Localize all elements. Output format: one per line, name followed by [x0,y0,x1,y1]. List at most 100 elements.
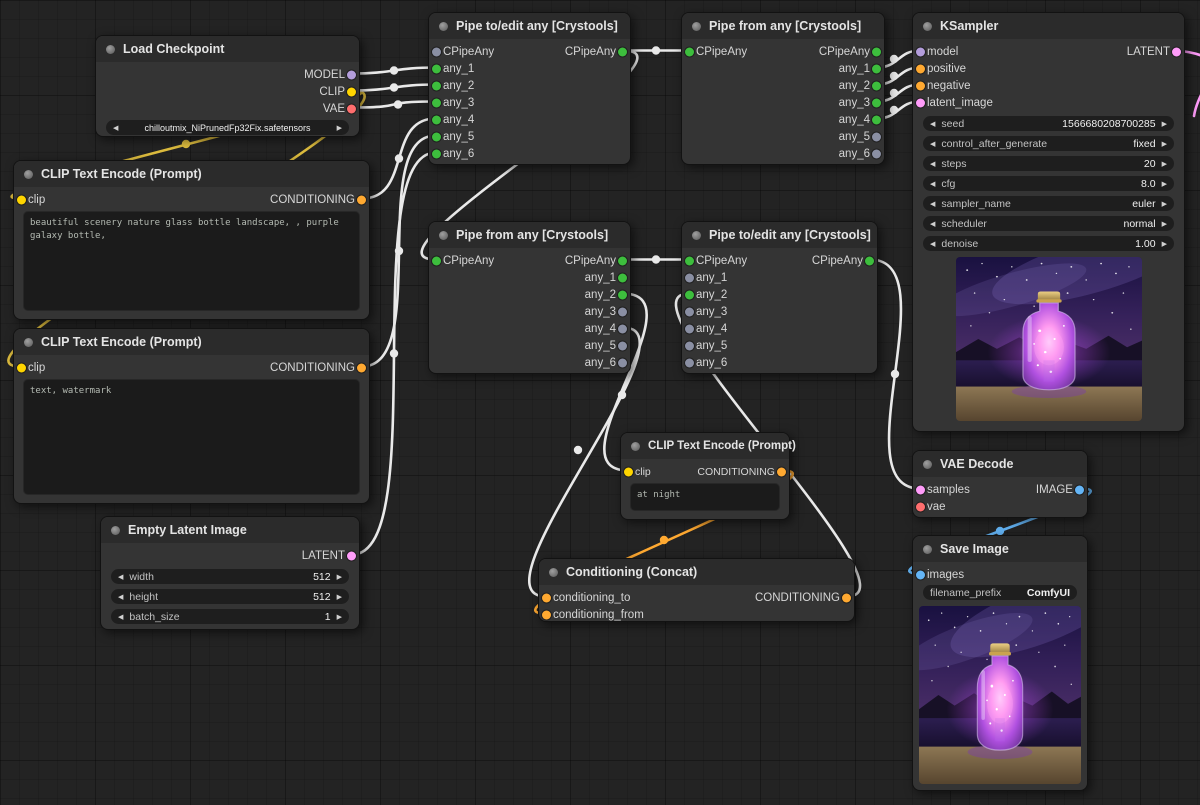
input-slot-dot[interactable] [916,485,925,494]
node-pipe-from-any-1[interactable]: Pipe from any [Crystools] CPipeAny CPipe… [681,12,885,165]
output-slot-dot[interactable] [872,81,881,90]
increment-arrow-icon[interactable]: ▶ [1162,160,1167,168]
increment-arrow-icon[interactable]: ▶ [1162,140,1167,148]
output-slot-dot[interactable] [618,358,627,367]
node-titlebar[interactable]: VAE Decode [913,451,1087,477]
node-clip-text-encode-night[interactable]: CLIP Text Encode (Prompt) clip CONDITION… [620,432,790,520]
input-slot-dot[interactable] [916,570,925,579]
decrement-arrow-icon[interactable]: ◀ [930,120,935,128]
node-pipe-to-any-2[interactable]: Pipe to/edit any [Crystools] CPipeAny CP… [681,221,878,374]
node-titlebar[interactable]: Conditioning (Concat) [539,559,854,585]
output-slot-dot[interactable] [872,115,881,124]
decrement-arrow-icon[interactable]: ◀ [118,593,123,601]
input-slot-dot[interactable] [432,47,441,56]
input-slot-dot[interactable] [685,341,694,350]
decrement-arrow-icon[interactable]: ◀ [930,220,935,228]
prompt-textarea[interactable]: at night [630,483,780,511]
node-titlebar[interactable]: Pipe from any [Crystools] [429,222,630,248]
output-slot-dot[interactable] [347,551,356,560]
node-titlebar[interactable]: Save Image [913,536,1087,562]
output-slot-dot[interactable] [618,341,627,350]
output-slot-dot[interactable] [872,98,881,107]
steps-widget[interactable]: ◀ steps 20 ▶ [923,156,1174,171]
input-slot-dot[interactable] [432,256,441,265]
collapse-dot-icon[interactable] [923,545,932,554]
input-slot-dot[interactable] [432,98,441,107]
sampler-name-widget[interactable]: ◀ sampler_name euler ▶ [923,196,1174,211]
width-widget[interactable]: ◀ width 512 ▶ [111,569,349,584]
output-slot-dot[interactable] [872,64,881,73]
input-slot-dot[interactable] [685,256,694,265]
output-slot-dot[interactable] [618,256,627,265]
save-image-preview[interactable] [919,606,1081,784]
decrement-arrow-icon[interactable]: ◀ [930,180,935,188]
collapse-dot-icon[interactable] [106,45,115,54]
collapse-dot-icon[interactable] [692,22,701,31]
collapse-dot-icon[interactable] [24,170,33,179]
collapse-dot-icon[interactable] [439,22,448,31]
prompt-textarea[interactable]: text, watermark [23,379,360,495]
input-slot-dot[interactable] [685,358,694,367]
output-slot-dot[interactable] [618,324,627,333]
increment-arrow-icon[interactable]: ▶ [1162,120,1167,128]
input-slot-dot[interactable] [432,132,441,141]
cfg-widget[interactable]: ◀ cfg 8.0 ▶ [923,176,1174,191]
control-after-generate-widget[interactable]: ◀ control_after_generate fixed ▶ [923,136,1174,151]
node-titlebar[interactable]: KSampler [913,13,1184,39]
output-slot-dot[interactable] [347,70,356,79]
increment-arrow-icon[interactable]: ▶ [337,613,342,621]
input-slot-dot[interactable] [685,324,694,333]
node-ksampler[interactable]: KSampler model LATENT positive negative … [912,12,1185,432]
prompt-textarea[interactable]: beautiful scenery nature glass bottle la… [23,211,360,311]
input-slot-dot[interactable] [685,47,694,56]
collapse-dot-icon[interactable] [111,526,120,535]
input-slot-dot[interactable] [17,363,26,372]
collapse-dot-icon[interactable] [923,22,932,31]
node-titlebar[interactable]: Pipe to/edit any [Crystools] [682,222,877,248]
increment-arrow-icon[interactable]: ▶ [1162,220,1167,228]
output-slot-dot[interactable] [618,47,627,56]
height-widget[interactable]: ◀ height 512 ▶ [111,589,349,604]
node-load-checkpoint[interactable]: Load Checkpoint MODEL CLIP VAE ◀ chillou… [95,35,360,137]
node-pipe-to-any-1[interactable]: Pipe to/edit any [Crystools] CPipeAny CP… [428,12,631,165]
input-slot-dot[interactable] [916,81,925,90]
input-slot-dot[interactable] [916,47,925,56]
output-slot-dot[interactable] [865,256,874,265]
decrement-arrow-icon[interactable]: ◀ [930,140,935,148]
node-titlebar[interactable]: Empty Latent Image [101,517,359,543]
output-slot-dot[interactable] [347,104,356,113]
batch-size-widget[interactable]: ◀ batch_size 1 ▶ [111,609,349,624]
collapse-dot-icon[interactable] [923,460,932,469]
output-slot-dot[interactable] [777,467,786,476]
collapse-dot-icon[interactable] [24,338,33,347]
decrement-arrow-icon[interactable]: ◀ [930,160,935,168]
increment-arrow-icon[interactable]: ▶ [337,573,342,581]
output-slot-dot[interactable] [872,149,881,158]
seed-widget[interactable]: ◀ seed 1566680208700285 ▶ [923,116,1174,131]
input-slot-dot[interactable] [542,610,551,619]
increment-arrow-icon[interactable]: ▶ [1162,200,1167,208]
output-slot-dot[interactable] [1172,47,1181,56]
input-slot-dot[interactable] [432,64,441,73]
next-arrow-icon[interactable]: ▶ [337,124,342,132]
ksampler-preview-image[interactable] [956,257,1142,421]
increment-arrow-icon[interactable]: ▶ [1162,240,1167,248]
input-slot-dot[interactable] [432,81,441,90]
output-slot-dot[interactable] [357,195,366,204]
node-vae-decode[interactable]: VAE Decode samples IMAGE vae [912,450,1088,518]
node-clip-text-encode-negative[interactable]: CLIP Text Encode (Prompt) clip CONDITION… [13,328,370,504]
input-slot-dot[interactable] [916,64,925,73]
node-conditioning-concat[interactable]: Conditioning (Concat) conditioning_to CO… [538,558,855,622]
input-slot-dot[interactable] [624,467,633,476]
output-slot-dot[interactable] [347,87,356,96]
output-slot-dot[interactable] [618,290,627,299]
increment-arrow-icon[interactable]: ▶ [1162,180,1167,188]
output-slot-dot[interactable] [618,273,627,282]
input-slot-dot[interactable] [685,290,694,299]
node-titlebar[interactable]: Load Checkpoint [96,36,359,62]
decrement-arrow-icon[interactable]: ◀ [930,200,935,208]
node-save-image[interactable]: Save Image images filename_prefix ComfyU… [912,535,1088,791]
input-slot-dot[interactable] [432,115,441,124]
node-titlebar[interactable]: Pipe from any [Crystools] [682,13,884,39]
node-titlebar[interactable]: CLIP Text Encode (Prompt) [621,433,789,459]
